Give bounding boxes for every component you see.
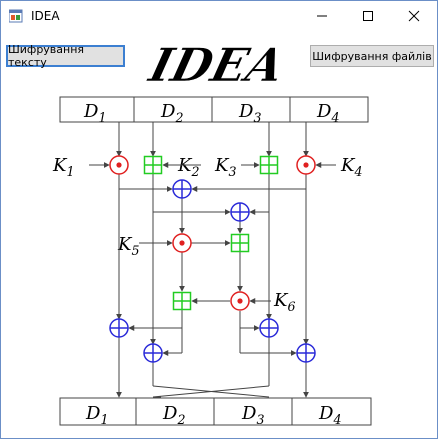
key-label-6: K6 — [273, 290, 295, 314]
xor-node-5 — [143, 343, 163, 363]
key-label-1: K1 — [52, 155, 74, 179]
key-label-4: K4 — [340, 155, 362, 179]
add-node-2 — [143, 155, 163, 175]
xor-node-4 — [259, 318, 279, 338]
multiply-node-4 — [296, 155, 316, 175]
xor-node-3 — [109, 318, 129, 338]
add-node-3 — [259, 155, 279, 175]
xor-node-1 — [172, 179, 192, 199]
multiply-node-6 — [230, 291, 250, 311]
idea-round-diagram: D1 D2 D3 D4D1 D2 D3 D4K1 K2 K3 K4K5K6 — [52, 96, 372, 427]
key-label-3: K3 — [214, 155, 236, 179]
app-window: IDEA Шифрування тексту Шифрування файлів… — [0, 0, 438, 439]
add-node-6 — [172, 291, 192, 311]
xor-node-6 — [296, 343, 316, 363]
add-node-5 — [230, 233, 250, 253]
xor-node-2 — [230, 202, 250, 222]
multiply-node-1 — [109, 155, 129, 175]
key-label-5: K5 — [117, 234, 139, 258]
multiply-node-5 — [172, 233, 192, 253]
key-label-2: K2 — [177, 155, 199, 179]
